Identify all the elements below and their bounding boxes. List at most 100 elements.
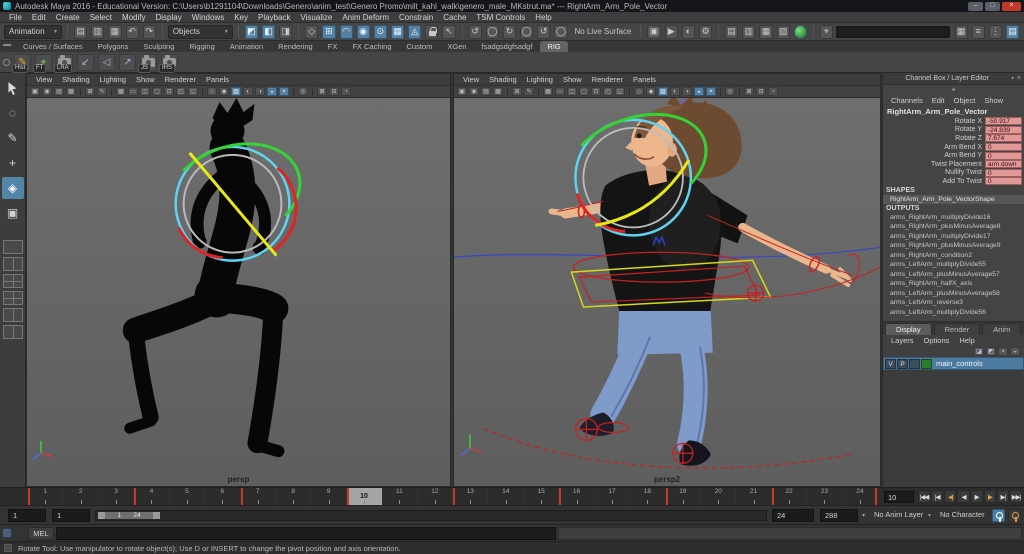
shape-node-row[interactable]: RightArm_Arm_Pole_VectorShape (883, 194, 1024, 204)
close-panel-icon[interactable]: × (1017, 75, 1021, 82)
render-current-frame-icon[interactable]: ▶ (664, 24, 678, 39)
grease-pencil-icon[interactable]: ✎ (97, 87, 107, 96)
frame-cell-21[interactable]: 21 (736, 488, 771, 505)
layout-hypershade-persp[interactable] (2, 325, 23, 339)
exposure-icon[interactable]: ◔ (341, 87, 351, 96)
channel-name-add-to-twist[interactable]: Add To Twist (883, 178, 985, 185)
channel-value-twist-placement[interactable]: arm down (985, 160, 1022, 169)
film-gate-icon[interactable]: ▭ (555, 87, 565, 96)
current-frame-field[interactable]: 10 (884, 491, 914, 503)
layer-extra-toggle[interactable] (909, 358, 920, 369)
isolate-select-icon[interactable]: ◎ (298, 87, 308, 96)
layer-row-main-controls[interactable]: V Pmain_controls (883, 357, 1024, 371)
layer-tab-display[interactable]: Display (885, 323, 932, 336)
frame-cell-20[interactable]: 20 (701, 488, 736, 505)
time-slider-track[interactable]: 1 2 3 4 5 6 7 8 9 10 11 12 13 14 15 16 17 18 19 20 21 22 23 24 (28, 488, 878, 505)
gate-mask-icon[interactable]: ▢ (579, 87, 589, 96)
layer-visibility-toggle[interactable]: V (885, 358, 896, 369)
camera-attributes-icon[interactable]: ◉ (42, 87, 52, 96)
use-all-lights-icon[interactable]: ◐ (670, 87, 680, 96)
layout-persp-panels[interactable] (2, 291, 23, 305)
resolution-gate-icon[interactable]: ◫ (140, 87, 150, 96)
output-node-arms-leftarm-plusminusaverage58[interactable]: arms_LeftArm_plusMinusAverage58 (883, 289, 1024, 299)
shelf-tab-fx-caching[interactable]: FX Caching (345, 41, 398, 52)
anim-layer-caret-icon[interactable]: ▾ (862, 512, 865, 519)
live-surface-icon[interactable]: ◯ (520, 24, 534, 39)
menu-constrain[interactable]: Constrain (394, 13, 438, 22)
menu-anim-deform[interactable]: Anim Deform (337, 13, 394, 22)
frame-cell-8[interactable]: 8 (276, 488, 311, 505)
panel-menu-shading-left[interactable]: Shading (57, 75, 95, 84)
step-forward-key-button[interactable]: |▶ (983, 490, 996, 503)
menu-display[interactable]: Display (151, 13, 187, 22)
shelf-ft-tool[interactable]: ⌖ FT (33, 53, 52, 73)
shelf-js-camera[interactable]: JS (138, 53, 157, 73)
console-icon[interactable] (2, 528, 12, 538)
output-node-arms-rightarm-condition2[interactable]: arms_RightArm_condition2 (883, 251, 1024, 261)
move-tool[interactable]: + (2, 152, 24, 174)
viewport-view-persp2[interactable]: persp2 (454, 98, 880, 486)
panel-menu-renderer-right[interactable]: Renderer (587, 75, 628, 84)
animation-preferences-icon[interactable] (1008, 509, 1021, 522)
menu-visualize[interactable]: Visualize (295, 13, 337, 22)
isolate-select-icon[interactable]: ◎ (725, 87, 735, 96)
panel-menu-panels-right[interactable]: Panels (628, 75, 661, 84)
ao-icon[interactable]: ◒ (694, 87, 704, 96)
channel-manipulator-icon[interactable]: ⌖ (951, 85, 956, 95)
menu-create[interactable]: Create (51, 13, 85, 22)
frame-cell-17[interactable]: 17 (595, 488, 630, 505)
construction-history-icon[interactable]: ◯ (485, 24, 499, 39)
layout-single-pane[interactable] (2, 240, 23, 254)
range-end-handle[interactable] (152, 512, 160, 519)
render-settings-icon[interactable]: ⚙ (698, 24, 713, 39)
playback-start-field[interactable]: 1 (52, 509, 90, 522)
maximize-button[interactable]: □ (985, 1, 1000, 11)
auto-keyframe-toggle-icon[interactable] (992, 509, 1005, 522)
silhouette-character[interactable] (27, 98, 450, 486)
lock-camera-icon[interactable]: ▣ (30, 87, 40, 96)
field-chart-icon[interactable]: ⊡ (591, 87, 601, 96)
panel-menu-renderer-left[interactable]: Renderer (160, 75, 201, 84)
grid-icon[interactable]: ▦ (116, 87, 126, 96)
playback-end-field[interactable]: 24 (772, 509, 814, 522)
wireframe-icon[interactable]: ◇ (207, 87, 217, 96)
bookmark-icon[interactable]: ▤ (54, 87, 64, 96)
rotate-tool[interactable]: ◈ (1, 177, 24, 199)
channel-value-nullify-twist[interactable]: 0 (985, 168, 1022, 177)
layer-playback-toggle[interactable]: P (897, 358, 908, 369)
paint-select-tool[interactable]: ✎ (2, 127, 24, 149)
menu-playback[interactable]: Playback (253, 13, 295, 22)
viewport-persp[interactable]: View Shading Lighting Show Renderer Panels ▣ ◉… (26, 73, 451, 487)
modeling-toolkit-icon[interactable]: ▦ (954, 24, 968, 39)
textured-icon[interactable]: ▧ (658, 87, 668, 96)
frame-cell-9[interactable]: 9 (311, 488, 346, 505)
channel-value-add-to-twist[interactable]: 0 (985, 177, 1022, 186)
menu-file[interactable]: File (4, 13, 27, 22)
layer-color-swatch[interactable] (921, 358, 932, 369)
textured-icon[interactable]: ▧ (231, 87, 241, 96)
layout-four-pane[interactable] (2, 257, 23, 271)
channel-name-rotate-z[interactable]: Rotate Z (883, 135, 985, 142)
node-editor-icon[interactable]: ▨ (776, 24, 790, 39)
command-language-toggle[interactable]: MEL (28, 526, 54, 540)
two-d-pan-zoom-icon[interactable]: ⊞ (512, 87, 522, 96)
frame-cell-1[interactable]: 1 (28, 488, 63, 505)
panel-menu-lighting-left[interactable]: Lighting (95, 75, 131, 84)
numeric-input-field[interactable] (836, 25, 950, 38)
character-set-selector[interactable]: No Character Set (936, 509, 990, 531)
safe-action-icon[interactable]: ◰ (176, 87, 186, 96)
select-tool[interactable] (2, 77, 24, 99)
shelf-tab-rig[interactable]: RIG (540, 41, 568, 52)
output-node-arms-leftarm-reverse3[interactable]: arms_LeftArm_reverse3 (883, 298, 1024, 308)
output-node-arms-leftarm-plusminusaverage57[interactable]: arms_LeftArm_plusMinusAverage57 (883, 270, 1024, 280)
channel-name-rotate-y[interactable]: Rotate Y (883, 126, 985, 133)
new-layer-from-selected-icon[interactable]: ◩ (986, 347, 996, 357)
shelf-tab-polygons[interactable]: Polygons (91, 41, 136, 52)
channel-box-menu-edit[interactable]: Edit (928, 96, 949, 105)
channel-value-rotate-z[interactable]: 7.674 (985, 134, 1022, 143)
gate-mask-icon[interactable]: ▢ (152, 87, 162, 96)
frame-cell-11[interactable]: 11 (382, 488, 417, 505)
shelf-menu-icon[interactable] (3, 44, 11, 49)
range-slider-track[interactable]: 1 24 (95, 510, 767, 521)
menu-modify[interactable]: Modify (117, 13, 151, 22)
